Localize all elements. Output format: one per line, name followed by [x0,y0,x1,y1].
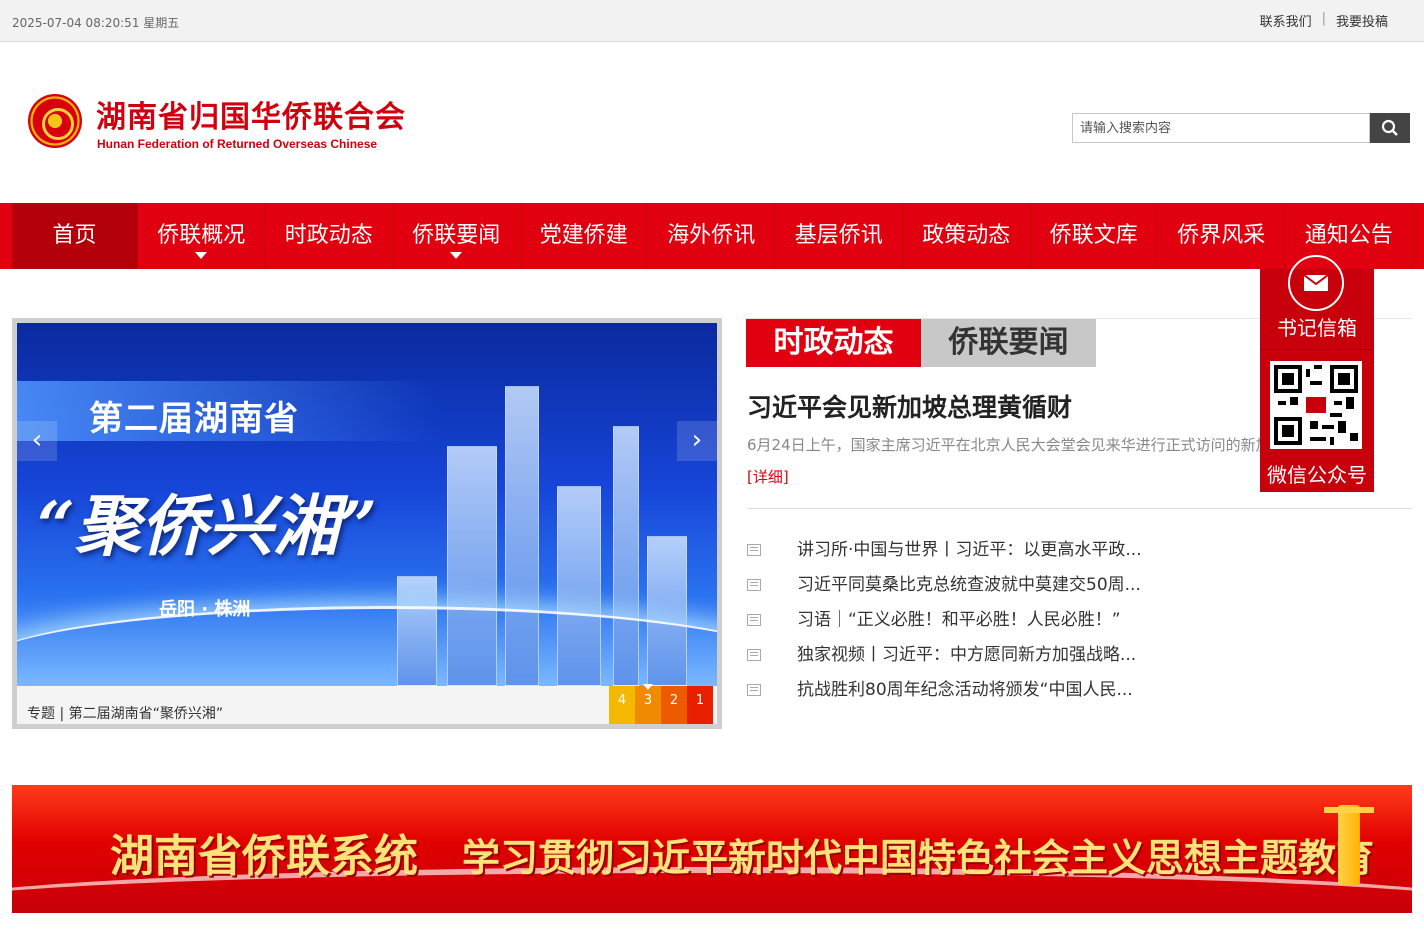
link-separator: | [1321,11,1326,26]
search-input[interactable] [1072,113,1370,143]
list-item[interactable]: 讲习所·中国与世界丨习近平：以更高水平政... [747,530,1142,565]
slider-dot[interactable]: 3 [635,684,661,724]
federation-emblem-icon[interactable] [28,94,82,148]
list-item[interactable]: 习近平同莫桑比克总统查波就中莫建交50周... [747,565,1142,600]
nav-label: 通知公告 [1304,223,1393,248]
nav-label: 侨联概况 [157,223,246,248]
image-slider[interactable]: 第二届湖南省 “聚侨兴湘” 岳阳 · 株洲 ‹ › 专题 | 第二届湖南省“聚侨… [12,318,722,729]
nav-label: 首页 [52,223,97,248]
search-button[interactable] [1370,113,1410,143]
slide-place: 岳阳 · 株洲 [159,599,251,620]
news-headline[interactable]: 习近平会见新加坡总理黄循财 [747,388,1072,424]
current-datetime: 2025-07-04 08:20:51 星期五 [12,16,180,30]
wechat-label[interactable]: 微信公众号 [1260,459,1374,488]
news-list: 讲习所·中国与世界丨习近平：以更高水平政... 习近平同莫桑比克总统查波就中莫建… [747,530,1142,705]
nav-item-local[interactable]: 基层侨讯 [776,203,903,269]
search-box [1072,113,1410,143]
news-item-title[interactable]: 抗战胜利80周年纪念活动将颁发“中国人民... [797,675,1133,700]
slide-image[interactable]: 第二届湖南省 “聚侨兴湘” 岳阳 · 株洲 ‹ › [17,323,717,686]
theme-banner[interactable]: 湖南省侨联系统 学习贯彻习近平新时代中国特色社会主义思想主题教育 [12,785,1412,913]
nav-item-news[interactable]: 侨联要闻 [393,203,521,269]
chevron-left-icon: ‹ [31,425,43,455]
nav-label: 侨界风采 [1177,223,1266,248]
main-nav: 首页 侨联概况 时政动态 侨联要闻 党建侨建 海外侨讯 基层侨讯 政策动态 侨联… [0,203,1424,269]
slider-prev-button[interactable]: ‹ [17,421,57,461]
nav-item-profiles[interactable]: 侨界风采 [1158,203,1286,269]
nav-item-policy[interactable]: 政策动态 [903,203,1031,269]
nav-label: 政策动态 [922,223,1011,248]
list-item[interactable]: 抗战胜利80周年纪念活动将颁发“中国人民... [747,670,1142,705]
qr-code-icon [1274,365,1358,445]
slide-subtitle: 第二届湖南省 [89,399,299,439]
document-icon [747,683,761,696]
ornamental-pillar-icon [1324,805,1374,885]
news-item-title[interactable]: 习语｜“正义必胜！和平必胜！人民必胜！” [797,605,1121,630]
nav-item-home[interactable]: 首页 [12,203,138,269]
submit-article-link[interactable]: 我要投稿 [1336,11,1388,30]
tab-politics[interactable]: 时政动态 [746,319,921,367]
document-icon [747,578,761,591]
news-divider [747,508,1412,509]
document-icon [747,648,761,661]
nav-label: 侨联文库 [1049,223,1138,248]
news-item-title[interactable]: 习近平同莫桑比克总统查波就中莫建交50周... [797,570,1141,595]
slider-caption-bar: 专题 | 第二届湖南省“聚侨兴湘” 4 3 2 1 [17,684,717,724]
tab-federation-news[interactable]: 侨联要闻 [921,319,1096,367]
list-item[interactable]: 独家视频丨习近平：中方愿同新方加强战略... [747,635,1142,670]
caret-down-icon [450,252,463,259]
nav-item-library[interactable]: 侨联文库 [1031,203,1158,269]
envelope-icon [1303,274,1329,291]
news-item-title[interactable]: 独家视频丨习近平：中方愿同新方加强战略... [797,640,1136,665]
slide-glow [17,606,717,686]
slider-next-button[interactable]: › [677,421,717,461]
news-item-title[interactable]: 讲习所·中国与世界丨习近平：以更高水平政... [797,535,1142,560]
slide-main-title: “聚侨兴湘” [37,487,377,565]
slider-dot[interactable]: 2 [661,686,687,724]
caret-down-icon [195,252,208,259]
document-icon [747,543,761,556]
slider-caption[interactable]: 专题 | 第二届湖南省“聚侨兴湘” [27,703,223,723]
top-links: 联系我们 | 我要投稿 [1260,11,1388,30]
nav-label: 时政动态 [284,223,373,248]
chevron-right-icon: › [691,425,703,455]
floating-widget: 书记信箱 微信公众号 [1260,255,1374,492]
detail-link[interactable]: [详细] [747,466,789,487]
nav-item-overview[interactable]: 侨联概况 [138,203,266,269]
banner-text-secondary: 学习贯彻习近平新时代中国特色社会主义思想主题教育 [462,835,1375,880]
top-bar: 2025-07-04 08:20:51 星期五 联系我们 | 我要投稿 [0,0,1424,42]
nav-label: 党建侨建 [539,223,628,248]
document-icon [747,613,761,626]
wechat-qr-code [1270,361,1362,449]
nav-label: 侨联要闻 [412,223,501,248]
nav-item-politics[interactable]: 时政动态 [266,203,393,269]
nav-item-overseas[interactable]: 海外侨讯 [648,203,776,269]
slider-dots: 4 3 2 1 [609,684,713,724]
site-title-english: Hunan Federation of Returned Overseas Ch… [97,137,378,151]
list-item[interactable]: 习语｜“正义必胜！和平必胜！人民必胜！” [747,600,1142,635]
mailbox-label[interactable]: 书记信箱 [1260,312,1374,341]
mailbox-button[interactable] [1288,255,1344,311]
site-title[interactable]: 湖南省归国华侨联合会 [96,92,406,136]
slider-dot[interactable]: 4 [609,686,635,724]
banner-text-primary: 湖南省侨联系统 [110,831,418,882]
nav-item-party[interactable]: 党建侨建 [521,203,648,269]
nav-label: 基层侨讯 [794,223,883,248]
search-icon [1381,119,1398,136]
slider-dot[interactable]: 1 [687,686,713,724]
nav-label: 海外侨讯 [667,223,756,248]
contact-us-link[interactable]: 联系我们 [1260,11,1312,30]
float-divider [1260,349,1374,350]
